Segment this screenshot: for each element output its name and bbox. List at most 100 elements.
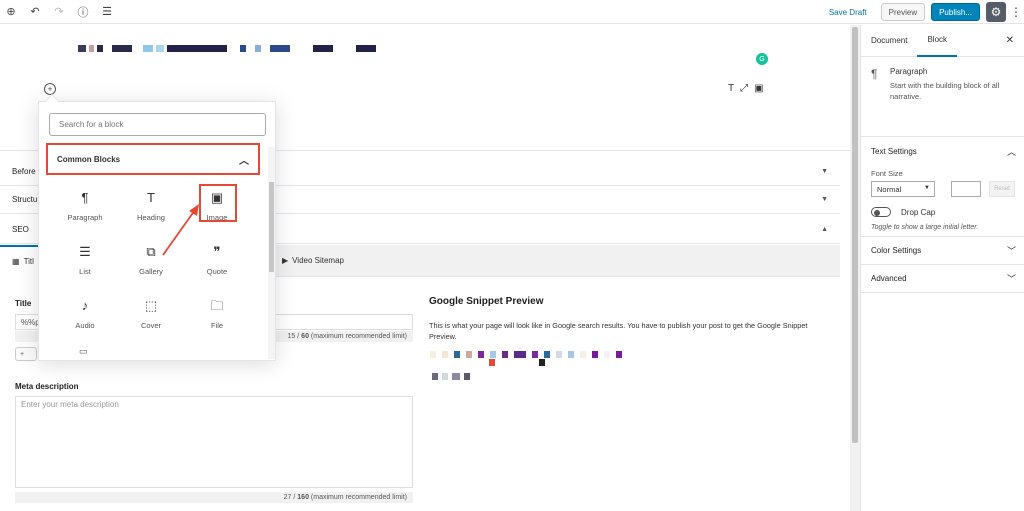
panel-title: Text Settings [871, 146, 917, 156]
block-label: Cover [140, 320, 161, 330]
category-label: Common Blocks [57, 154, 121, 164]
publish-button[interactable]: Publish... [931, 3, 980, 21]
close-icon[interactable]: ✕ [1006, 35, 1014, 46]
custom-font-size-input[interactable] [951, 181, 981, 197]
snippet-mark [489, 359, 495, 366]
meta-placeholder: Enter your meta description [21, 400, 119, 409]
tab-label: Titl [23, 257, 34, 266]
drop-cap-toggle[interactable] [871, 207, 891, 217]
tab-block[interactable]: Block [917, 25, 958, 57]
meta-description-label: Meta description [15, 382, 79, 391]
tab-video-sitemap[interactable]: ▶ Video Sitemap [270, 245, 356, 277]
drop-cap-label: Drop Cap [901, 208, 936, 217]
list-icon: ☰ [79, 243, 91, 259]
chevron-up-icon: ▲ [821, 226, 828, 233]
block-item-list[interactable]: ☰ List [53, 236, 117, 284]
color-settings-panel[interactable]: Color Settings ﹀ [861, 237, 1024, 265]
block-name: Paragraph [890, 67, 928, 76]
chevron-down-icon: ▼ [821, 196, 828, 203]
tab-document[interactable]: Document [861, 25, 917, 57]
save-draft-button[interactable]: Save Draft [829, 8, 867, 17]
block-item-paragraph[interactable]: ¶ Paragraph [53, 182, 117, 230]
expand-icon[interactable]: ⤢ [740, 83, 748, 94]
scrollbar-thumb[interactable] [269, 182, 274, 272]
meta-description-input[interactable]: Enter your meta description [15, 396, 413, 488]
title-field-label: Title [15, 299, 32, 308]
heading-icon: T [147, 189, 155, 205]
block-card: ¶ Paragraph Start with the building bloc… [861, 57, 1024, 137]
tab-label: Video Sitemap [292, 256, 344, 265]
toggle-knob [874, 209, 880, 216]
annotation-arrow [162, 204, 199, 256]
more-options-icon[interactable]: ⋮ [1010, 2, 1022, 22]
chevron-up-icon: ︿ [239, 155, 249, 167]
advanced-panel[interactable]: Advanced ﹀ [861, 265, 1024, 293]
caret-down-icon: ▼ [924, 185, 930, 191]
sidebar-tabs: Document Block ✕ [861, 25, 1024, 57]
font-size-value: Normal [877, 185, 902, 194]
cover-icon: ⬚ [144, 297, 158, 313]
block-label: Gallery [139, 266, 163, 276]
file-icon: 🗀 [210, 297, 224, 313]
redo-icon[interactable]: ↷ [52, 5, 66, 19]
block-item-file[interactable]: 🗀 File [185, 290, 249, 338]
block-label: Paragraph [67, 212, 103, 222]
block-description: Start with the building block of all nar… [890, 81, 1000, 101]
common-blocks-header[interactable]: Common Blocks ︿ [46, 143, 260, 175]
block-label: List [79, 266, 91, 276]
text-icon[interactable]: T [728, 83, 734, 94]
outline-icon[interactable]: ☰ [100, 5, 114, 19]
post-title-pixelated[interactable] [78, 45, 376, 52]
paragraph-icon: ¶ [81, 189, 89, 205]
image-tool-icon[interactable]: ▣ [754, 83, 763, 94]
add-block-icon[interactable]: ⊕ [4, 5, 18, 19]
seo-title-value: %%p [21, 318, 40, 327]
chevron-down-icon: ▼ [821, 168, 828, 175]
grammarly-icon[interactable]: G [756, 53, 768, 65]
block-item-cover[interactable]: ⬚ Cover [119, 290, 183, 338]
text-settings-panel: Text Settings ︿ Font Size Normal ▼ Reset… [861, 137, 1024, 237]
block-search-input[interactable] [49, 113, 266, 136]
partial-block-icon: ▭ [79, 346, 88, 356]
info-icon[interactable]: ⓘ [76, 5, 90, 19]
insert-variable-button[interactable]: + [15, 347, 37, 361]
audio-icon: ♪ [81, 297, 89, 313]
panel-label: SEO [12, 225, 29, 234]
counter-suffix: (maximum recommended limit) [310, 333, 407, 340]
panel-title: Color Settings [871, 246, 922, 255]
counter-max: 160 [297, 494, 309, 501]
undo-icon[interactable]: ↶ [28, 5, 42, 19]
snippet-preview-title: Google Snippet Preview [429, 296, 544, 307]
paragraph-icon: ¶ [871, 67, 878, 81]
chevron-up-icon: ︿ [1006, 146, 1016, 157]
editor-scrollbar[interactable] [850, 25, 860, 511]
counter-suffix: (maximum recommended limit) [310, 494, 407, 501]
settings-gear-icon[interactable]: ⚙ [986, 2, 1006, 22]
block-label: Audio [75, 320, 95, 330]
snippet-preview-pixelated [430, 351, 622, 358]
chevron-down-icon: ﹀ [1006, 246, 1016, 256]
snippet-preview-description: This is what your page will look like in… [429, 321, 808, 341]
panel-title: Advanced [871, 274, 907, 283]
panel-label: Structu [12, 195, 38, 204]
block-label: File [210, 320, 224, 330]
preview-button[interactable]: Preview [880, 3, 926, 21]
inline-inserter-icon[interactable]: + [44, 83, 56, 95]
quote-icon: ❞ [213, 243, 221, 259]
video-icon: ▶ [281, 256, 289, 265]
font-size-label: Font Size [871, 169, 903, 178]
table-icon: ▦ [12, 257, 20, 266]
font-size-select[interactable]: Normal ▼ [871, 181, 935, 197]
editor-toolbar: ⊕ ↶ ↷ ⓘ ☰ Save Draft Preview Publish... … [0, 0, 1024, 24]
panel-label: Before [12, 167, 36, 176]
snippet-mark [539, 359, 545, 366]
reset-button[interactable]: Reset [989, 181, 1015, 197]
scrollbar-thumb[interactable] [852, 27, 858, 443]
settings-sidebar: Document Block ✕ ¶ Paragraph Start with … [860, 25, 1024, 511]
snippet-url-pixelated [432, 373, 470, 380]
text-settings-header[interactable]: Text Settings ︿ [861, 137, 1024, 165]
inserter-scrollbar[interactable] [268, 147, 275, 359]
block-label: Quote [206, 266, 228, 276]
counter-max: 60 [301, 333, 309, 340]
block-item-audio[interactable]: ♪ Audio [53, 290, 117, 338]
